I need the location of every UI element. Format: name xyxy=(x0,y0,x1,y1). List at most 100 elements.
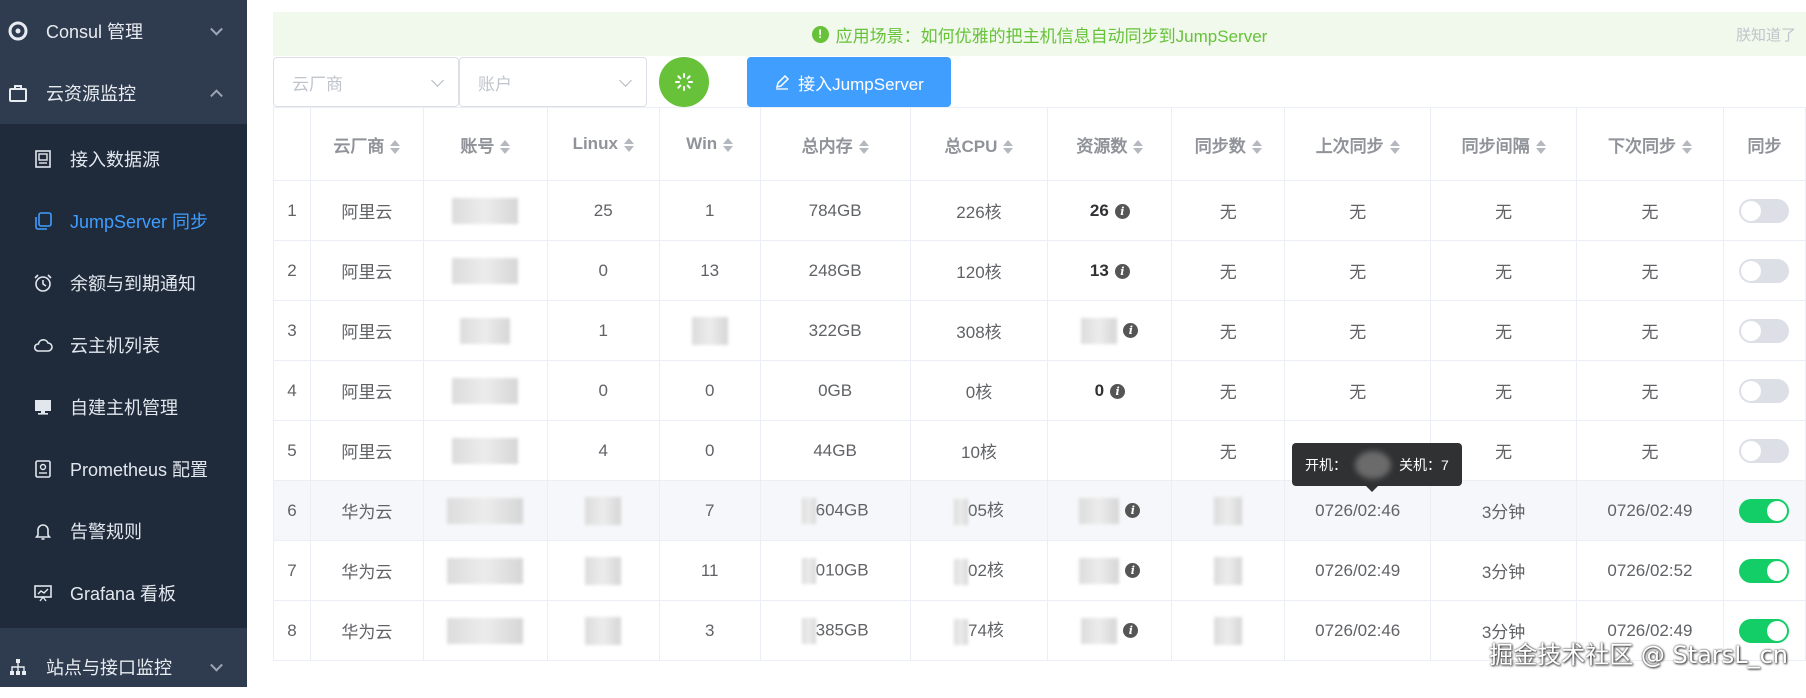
col-header-last-sync[interactable]: 上次同步 xyxy=(1284,107,1432,181)
sync-switch[interactable] xyxy=(1739,438,1790,463)
sort-caret-icon[interactable] xyxy=(1133,139,1144,155)
sidebar-item-label: Prometheus 配置 xyxy=(70,460,209,480)
cell-cpu: 226核 xyxy=(910,180,1049,241)
cell-memory: 604GB xyxy=(760,480,911,541)
cell-vendor: 阿里云 xyxy=(310,240,424,301)
cell-last-sync: 无 xyxy=(1284,180,1432,241)
row-index: 7 xyxy=(273,540,311,601)
refresh-button[interactable] xyxy=(659,57,709,107)
info-icon[interactable]: i xyxy=(1114,203,1130,219)
cell-resources[interactable]: 0i xyxy=(1047,360,1173,421)
watermark: 掘金技术社区 @ StarsL_cn xyxy=(1489,641,1788,669)
cell-resources[interactable]: 13 i xyxy=(1047,240,1173,301)
sync-switch[interactable] xyxy=(1739,318,1790,343)
cell-cpu: 120核 xyxy=(910,240,1049,301)
sidebar-item-self-hosts[interactable]: 自建主机管理 xyxy=(0,376,247,438)
col-header-linux[interactable]: Linux xyxy=(547,107,660,181)
cell-resources[interactable]: i xyxy=(1047,480,1173,541)
sidebar-group-consul[interactable]: Consul 管理 xyxy=(0,0,247,62)
sidebar-item-datasource[interactable]: 接入数据源 xyxy=(0,128,247,190)
exclamation-circle-icon: ! xyxy=(811,25,829,43)
col-header-win[interactable]: Win xyxy=(659,107,761,181)
cell-next-sync: 无 xyxy=(1576,420,1724,481)
cell-resources[interactable]: i xyxy=(1047,540,1173,601)
sidebar-item-grafana[interactable]: Grafana 看板 xyxy=(0,562,247,624)
sort-caret-icon[interactable] xyxy=(1389,139,1400,155)
cell-account-redacted xyxy=(423,480,548,541)
row-index: 8 xyxy=(273,600,311,661)
cell-synced-redacted xyxy=(1171,600,1286,661)
info-icon[interactable]: i xyxy=(1123,623,1139,638)
col-header-next-sync[interactable]: 下次同步 xyxy=(1576,107,1724,181)
col-header-resources[interactable]: 资源数 xyxy=(1047,107,1173,181)
alert-text: 应用场景：如何优雅的把主机信息自动同步到JumpServer xyxy=(835,26,1268,46)
tooltip-redacted xyxy=(1355,450,1391,479)
sort-caret-icon[interactable] xyxy=(1535,139,1546,155)
cell-account-redacted xyxy=(423,600,548,661)
account-select[interactable]: 账户 xyxy=(459,57,647,107)
cell-memory: 010GB xyxy=(760,540,911,601)
sync-switch[interactable] xyxy=(1739,498,1790,523)
cell-linux: 0 xyxy=(547,360,660,421)
sidebar-group-cloud-monitor[interactable]: 云资源监控 xyxy=(0,62,247,124)
sidebar-group-site-monitor[interactable]: 站点与接口监控 xyxy=(0,636,247,698)
col-header-vendor[interactable]: 云厂商 xyxy=(310,107,424,181)
col-header-memory[interactable]: 总内存 xyxy=(760,107,911,181)
sidebar-item-cloud-hosts[interactable]: 云主机列表 xyxy=(0,314,247,376)
sort-caret-icon[interactable] xyxy=(858,139,869,155)
cell-interval: 无 xyxy=(1430,240,1578,301)
alert-close-link[interactable]: 朕知道了 xyxy=(1736,24,1796,45)
monitor-icon xyxy=(33,397,53,417)
sidebar-item-label: 接入数据源 xyxy=(70,150,160,170)
sort-caret-icon[interactable] xyxy=(1003,139,1014,155)
col-header-account[interactable]: 账号 xyxy=(423,107,548,181)
sync-switch[interactable] xyxy=(1739,378,1790,403)
cell-win: 3 xyxy=(659,600,761,661)
sync-switch[interactable] xyxy=(1739,558,1790,583)
tooltip-off-label: 关机：7 xyxy=(1399,456,1449,473)
sidebar-item-label: 告警规则 xyxy=(70,522,142,542)
cell-cpu: 74核 xyxy=(910,600,1049,661)
sort-caret-icon[interactable] xyxy=(623,137,634,153)
sidebar-item-balance-notify[interactable]: 余额与到期通知 xyxy=(0,252,247,314)
resource-count: 26 xyxy=(1089,200,1109,220)
sort-caret-icon[interactable] xyxy=(1681,139,1692,155)
sidebar-item-label: 自建主机管理 xyxy=(70,398,178,418)
col-header-synced[interactable]: 同步数 xyxy=(1171,107,1286,181)
sidebar-item-alert-rules[interactable]: 告警规则 xyxy=(0,500,247,562)
vendor-select[interactable]: 云厂商 xyxy=(273,57,459,107)
col-header-index xyxy=(273,107,311,181)
cell-win: 13 xyxy=(659,240,761,301)
sort-caret-icon[interactable] xyxy=(1251,139,1262,155)
connect-jumpserver-button[interactable]: 接入JumpServer xyxy=(747,57,951,107)
cell-resources[interactable] xyxy=(1047,420,1173,481)
sidebar-item-prometheus[interactable]: Prometheus 配置 xyxy=(0,438,247,500)
info-icon[interactable]: i xyxy=(1125,563,1141,578)
col-header-interval[interactable]: 同步间隔 xyxy=(1430,107,1578,181)
sort-caret-icon[interactable] xyxy=(723,137,734,153)
cell-linux: 4 xyxy=(547,420,660,481)
cell-resources[interactable]: i xyxy=(1047,300,1173,361)
cell-last-sync: 0726/02:49 xyxy=(1284,540,1432,601)
cell-vendor: 阿里云 xyxy=(310,420,424,481)
sort-caret-icon[interactable] xyxy=(500,139,511,155)
info-icon[interactable]: i xyxy=(1123,323,1139,338)
cell-win: 1 xyxy=(659,180,761,241)
sync-switch[interactable] xyxy=(1739,198,1790,223)
cell-resources[interactable]: i xyxy=(1047,600,1173,661)
cell-interval: 无 xyxy=(1430,300,1578,361)
cell-last-sync: 无 xyxy=(1284,360,1432,421)
info-icon[interactable]: i xyxy=(1114,263,1130,279)
col-header-cpu[interactable]: 总CPU xyxy=(910,107,1049,181)
info-icon[interactable]: i xyxy=(1125,503,1141,518)
sidebar-item-jumpserver-sync[interactable]: JumpServer 同步 xyxy=(0,190,247,252)
sync-switch[interactable] xyxy=(1739,258,1790,283)
cell-account-redacted xyxy=(423,180,548,241)
cell-interval: 无 xyxy=(1430,180,1578,241)
cell-resources[interactable]: 26 i xyxy=(1047,180,1173,241)
cell-next-sync: 无 xyxy=(1576,360,1724,421)
cell-next-sync: 无 xyxy=(1576,180,1724,241)
sort-caret-icon[interactable] xyxy=(390,139,401,155)
cell-next-sync: 无 xyxy=(1576,300,1724,361)
info-icon[interactable]: i xyxy=(1110,383,1126,399)
